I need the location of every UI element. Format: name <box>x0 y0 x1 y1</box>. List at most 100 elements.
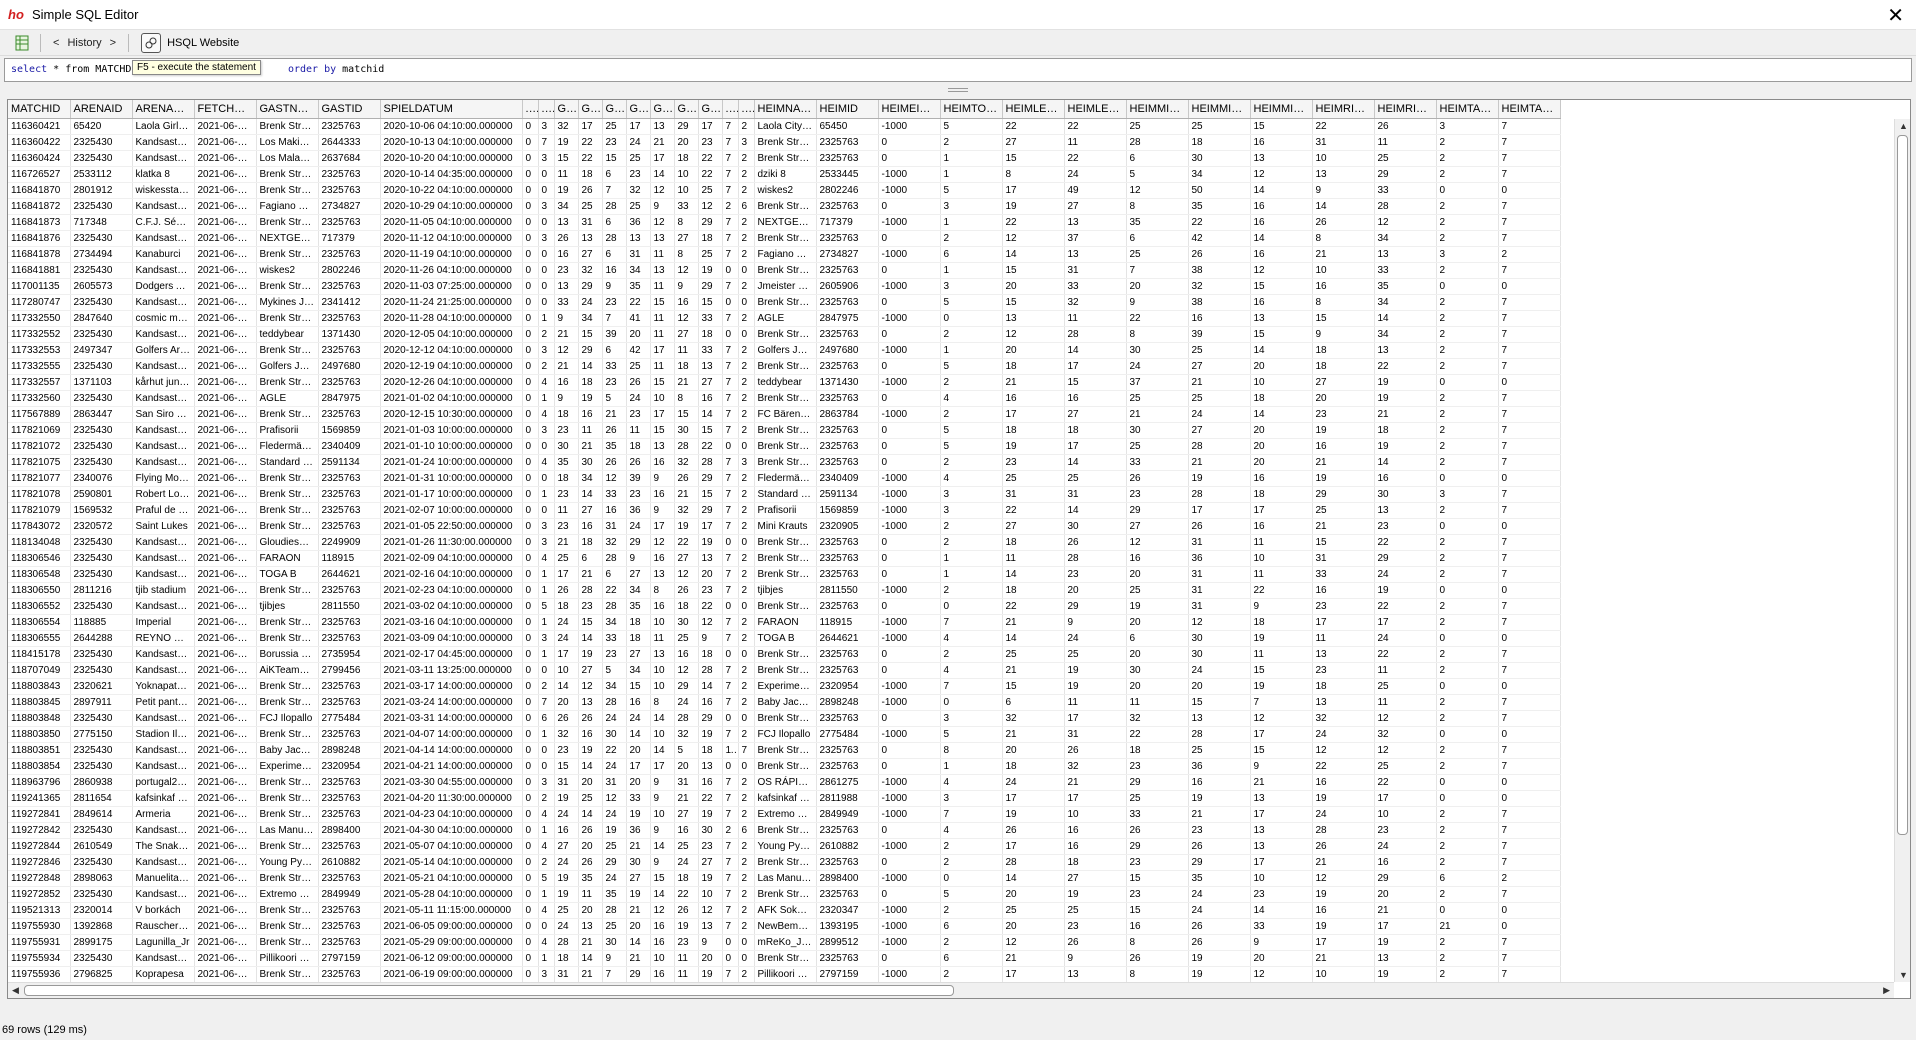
table-cell[interactable]: 2 <box>738 182 755 199</box>
table-cell[interactable]: 7 <box>722 118 739 135</box>
table-cell[interactable]: 0 <box>1436 678 1499 695</box>
table-cell[interactable]: 2610882 <box>816 838 879 855</box>
table-cell[interactable]: 11 <box>1250 534 1313 551</box>
table-cell[interactable]: 3 <box>1436 486 1499 503</box>
table-cell[interactable]: 2021-01-05 22:50:00.000000 <box>380 518 523 535</box>
table-cell[interactable]: 2 <box>1436 342 1499 359</box>
table-cell[interactable]: 11 <box>674 966 699 983</box>
table-cell[interactable]: 19 <box>1374 966 1437 983</box>
table-cell[interactable]: -1000 <box>878 470 941 487</box>
table-cell[interactable]: 14 <box>1002 630 1065 647</box>
table-cell[interactable]: 6 <box>602 566 627 583</box>
table-cell[interactable]: 2811550 <box>318 598 381 615</box>
table-cell[interactable]: 15 <box>1312 534 1375 551</box>
table-cell[interactable]: Experiment ... <box>754 678 817 695</box>
table-row[interactable]: 116841881 2325430 Kandsasten... 2021-06-06 … <box>8 262 1561 279</box>
horizontal-scrollbar[interactable]: ◀ ▶ <box>8 982 1894 998</box>
history-back-button[interactable]: < <box>53 37 59 49</box>
table-cell[interactable]: 10 <box>1312 262 1375 279</box>
table-cell[interactable]: 2 <box>940 406 1003 423</box>
table-cell[interactable]: klatka 8 <box>132 166 195 183</box>
table-cell[interactable]: 16 <box>1064 822 1127 839</box>
table-cell[interactable]: 2 <box>1436 502 1499 519</box>
table-cell[interactable]: 20 <box>626 326 651 343</box>
table-cell[interactable]: 2325430 <box>70 646 133 663</box>
table-cell[interactable]: 0 <box>522 966 539 983</box>
table-cell[interactable]: 7 <box>1498 742 1561 759</box>
table-cell[interactable]: 23 <box>1312 598 1375 615</box>
table-cell[interactable]: 11 <box>650 326 675 343</box>
table-cell[interactable]: 14 <box>650 710 675 727</box>
table-row[interactable]: 119272844 2610549 The Snake ... 2021-06-06 … <box>8 838 1561 855</box>
table-row[interactable]: 117843072 2320572 Saint Lukes 2021-06-06 ..… <box>8 518 1561 535</box>
table-cell[interactable]: 21 <box>1374 406 1437 423</box>
table-cell[interactable]: 24 <box>602 806 627 823</box>
vertical-scrollbar[interactable]: ▲ ▼ <box>1894 119 1910 982</box>
table-row[interactable]: 118306546 2325430 Kandsasten... 2021-06-06 … <box>8 550 1561 567</box>
table-cell[interactable]: 117821075 <box>8 454 71 471</box>
table-cell[interactable]: 22 <box>1374 534 1437 551</box>
table-cell[interactable]: 6 <box>738 198 755 215</box>
table-cell[interactable]: 24 <box>1002 774 1065 791</box>
table-cell[interactable]: 7 <box>722 134 739 151</box>
table-cell[interactable]: 2021-06-06 ... <box>194 806 257 823</box>
table-cell[interactable]: 11 <box>1126 694 1189 711</box>
table-cell[interactable]: 29 <box>1126 502 1189 519</box>
table-cell[interactable]: 0 <box>738 934 755 951</box>
table-cell[interactable]: 2021-01-31 10:00:00.000000 <box>380 470 523 487</box>
table-cell[interactable]: 7 <box>1498 566 1561 583</box>
table-cell[interactable]: 17 <box>626 118 651 135</box>
table-cell[interactable]: 22 <box>578 150 603 167</box>
table-cell[interactable]: 35 <box>1188 198 1251 215</box>
table-cell[interactable]: 27 <box>626 870 651 887</box>
table-cell[interactable]: 0 <box>1498 582 1561 599</box>
table-cell[interactable]: 0 <box>738 646 755 663</box>
column-header[interactable]: ... <box>722 100 739 119</box>
table-cell[interactable]: Flying Mouses <box>132 470 195 487</box>
table-cell[interactable]: 15 <box>674 406 699 423</box>
table-cell[interactable]: 12 <box>674 262 699 279</box>
table-cell[interactable]: 19 <box>1312 886 1375 903</box>
table-cell[interactable]: 0 <box>522 150 539 167</box>
table-cell[interactable]: 2020-12-19 04:10:00.000000 <box>380 358 523 375</box>
table-cell[interactable]: 18 <box>1312 678 1375 695</box>
table-cell[interactable]: 0 <box>522 182 539 199</box>
table-cell[interactable]: 22 <box>698 438 723 455</box>
table-cell[interactable]: 33 <box>698 310 723 327</box>
table-cell[interactable]: 0 <box>522 342 539 359</box>
table-cell[interactable]: 17 <box>650 342 675 359</box>
table-cell[interactable]: Brenk Street... <box>754 566 817 583</box>
column-header[interactable]: G... <box>578 100 603 119</box>
table-cell[interactable]: 14 <box>650 886 675 903</box>
table-cell[interactable]: Extremo Pu... <box>754 806 817 823</box>
table-cell[interactable]: 25 <box>1374 678 1437 695</box>
table-cell[interactable]: 16 <box>602 262 627 279</box>
column-header[interactable]: SPIELDATUM <box>380 100 523 119</box>
table-cell[interactable]: 23 <box>554 262 579 279</box>
table-cell[interactable]: 118963796 <box>8 774 71 791</box>
table-cell[interactable]: 116841876 <box>8 230 71 247</box>
table-cell[interactable]: 0 <box>538 742 555 759</box>
table-cell[interactable]: 33 <box>1374 182 1437 199</box>
table-cell[interactable]: 25 <box>674 630 699 647</box>
table-cell[interactable]: 2021-06-06 ... <box>194 854 257 871</box>
table-cell[interactable]: 24 <box>602 710 627 727</box>
table-cell[interactable]: 118915 <box>816 614 879 631</box>
table-row[interactable]: 116841878 2734494 Kanaburci 2021-06-06 ... B… <box>8 246 1561 263</box>
table-cell[interactable]: 12 <box>602 790 627 807</box>
table-cell[interactable]: 30 <box>1126 422 1189 439</box>
table-cell[interactable]: 17 <box>650 758 675 775</box>
table-cell[interactable]: 2 <box>738 806 755 823</box>
table-cell[interactable]: 2 <box>738 502 755 519</box>
table-cell[interactable]: 17 <box>698 518 723 535</box>
table-cell[interactable]: 0 <box>878 566 941 583</box>
table-cell[interactable]: 2 <box>1436 406 1499 423</box>
table-cell[interactable]: 17 <box>554 566 579 583</box>
table-cell[interactable]: 15 <box>578 326 603 343</box>
table-cell[interactable]: 3 <box>538 774 555 791</box>
table-cell[interactable]: Brenk Street... <box>256 278 319 295</box>
table-cell[interactable]: 19 <box>1250 630 1313 647</box>
table-cell[interactable]: 24 <box>1188 406 1251 423</box>
table-cell[interactable]: 2325763 <box>816 390 879 407</box>
table-cell[interactable]: 7 <box>722 182 739 199</box>
